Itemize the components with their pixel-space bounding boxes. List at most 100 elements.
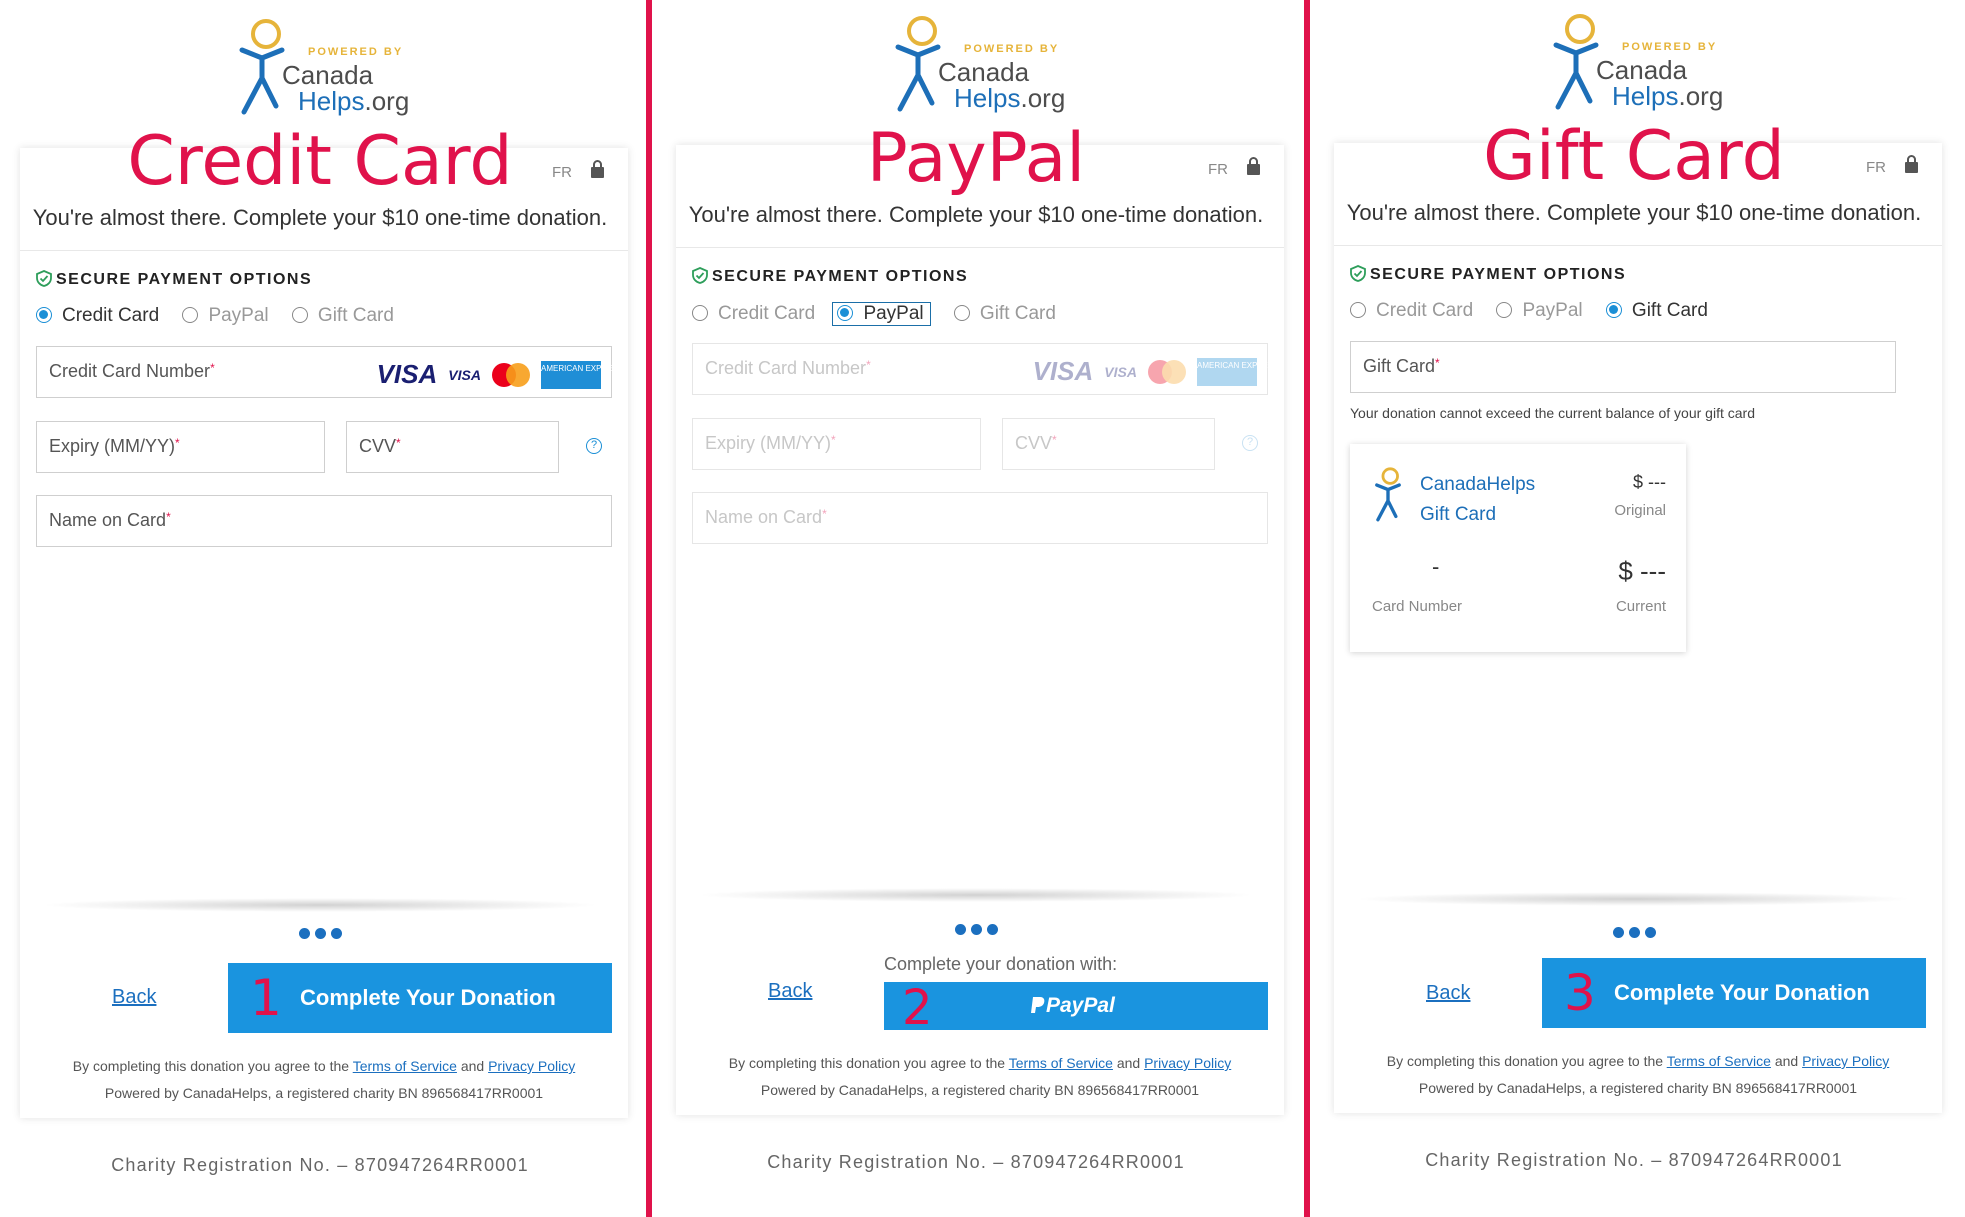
expiry-input: Expiry (MM/YY)*: [692, 418, 981, 470]
secure-payment-heading: SECURE PAYMENT OPTIONS: [692, 267, 968, 286]
logo-powered-by: POWERED BY: [308, 46, 404, 58]
complete-donation-button[interactable]: 1 Complete Your Donation: [228, 963, 612, 1033]
terms-text: By completing this donation you agree to…: [728, 1055, 1232, 1098]
mastercard-logo: [1147, 359, 1186, 385]
gift-card-name: CanadaHelps Gift Card: [1420, 474, 1536, 525]
panel-divider: [646, 0, 652, 1217]
secure-payment-heading: SECURE PAYMENT OPTIONS: [36, 270, 312, 289]
cvv-input: CVV*: [1002, 418, 1215, 470]
cvv-help-icon: ?: [1242, 435, 1258, 451]
expiry-input[interactable]: Expiry (MM/YY)*: [36, 421, 325, 473]
radio-credit-card[interactable]: Credit Card: [36, 305, 159, 327]
gift-card-input[interactable]: Gift Card*: [1350, 341, 1896, 393]
payment-options: Credit Card PayPal Gift Card: [1350, 300, 1726, 322]
radio-paypal[interactable]: PayPal: [182, 305, 269, 327]
divider: [20, 250, 628, 251]
canadahelps-logo: POWERED BY Canada Helps.org: [888, 13, 1068, 123]
amex-logo: AMERICAN EXPRESS: [541, 360, 623, 389]
cvv-input[interactable]: CVV*: [346, 421, 559, 473]
back-link[interactable]: Back: [1426, 982, 1470, 1005]
shield-check-icon: [692, 267, 708, 284]
current-amount: $ ---: [1618, 556, 1666, 586]
radio-gift-card[interactable]: Gift Card: [953, 303, 1056, 325]
donation-subtitle: You're almost there. Complete your $10 o…: [1346, 200, 1922, 225]
visa-debit-logo: VISA: [1104, 363, 1137, 380]
amex-logo: AMERICAN EXPRESS: [1197, 357, 1279, 386]
progress-dots: [656, 922, 1296, 940]
original-label: Original: [1614, 502, 1666, 519]
privacy-link[interactable]: Privacy Policy: [488, 1058, 575, 1074]
complete-donation-button[interactable]: 3 Complete Your Donation: [1542, 958, 1926, 1028]
current-label: Current: [1615, 598, 1666, 615]
cvv-help-icon[interactable]: ?: [586, 438, 602, 454]
shield-check-icon: [1350, 265, 1366, 282]
paypal-logo: PayPal: [1030, 994, 1115, 1018]
panel-paypal: POWERED BY Canada Helps.org PayPal FR Yo…: [656, 0, 1296, 1217]
original-amount: $ ---: [1633, 472, 1666, 492]
canadahelps-logo: POWERED BY Canada Helps.org: [1546, 11, 1726, 121]
accepted-cards: VISA VISA AMERICAN EXPRESS: [1027, 356, 1280, 387]
section-shadow: [40, 898, 600, 912]
privacy-link[interactable]: Privacy Policy: [1144, 1055, 1231, 1071]
canadahelps-logo: POWERED BY Canada Helps.org: [232, 16, 412, 126]
visa-debit-logo: VISA: [448, 366, 481, 383]
card-number-label: Card Number: [1372, 598, 1463, 615]
panel-credit-card: POWERED BY Canada Helps.org Credit Card …: [0, 0, 640, 1217]
radio-paypal[interactable]: PayPal: [1496, 300, 1583, 322]
name-on-card-input[interactable]: Name on Card*: [36, 495, 612, 547]
terms-link[interactable]: Terms of Service: [1009, 1055, 1113, 1071]
divider: [1334, 245, 1942, 246]
language-toggle[interactable]: FR: [1208, 161, 1228, 178]
radio-paypal[interactable]: PayPal: [832, 302, 931, 326]
paypal-p-icon: [1031, 997, 1045, 1013]
canadahelps-figure-icon: [1375, 467, 1401, 522]
accepted-cards: VISA VISA AMERICAN EXPRESS: [371, 359, 624, 390]
section-shadow: [696, 888, 1256, 902]
panel-divider: [1304, 0, 1310, 1217]
progress-dots: [0, 926, 640, 944]
gift-card-summary: CanadaHelps Gift Card $ --- Original - Ca…: [1350, 444, 1686, 652]
card-number-value: -: [1432, 554, 1440, 579]
credit-card-number-input[interactable]: Credit Card Number* VISA VISA AMERICAN E…: [36, 346, 624, 398]
donation-subtitle: You're almost there. Complete your $10 o…: [32, 205, 608, 230]
visa-logo: VISA: [1032, 356, 1094, 386]
radio-credit-card[interactable]: Credit Card: [692, 303, 815, 325]
payment-options: Credit Card PayPal Gift Card: [692, 302, 1074, 326]
charity-registration: Charity Registration No. – 870947264RR00…: [111, 1155, 529, 1175]
terms-link[interactable]: Terms of Service: [1667, 1053, 1771, 1069]
back-link[interactable]: Back: [768, 980, 812, 1003]
charity-registration: Charity Registration No. – 870947264RR00…: [1425, 1150, 1843, 1170]
mastercard-logo: [491, 362, 530, 388]
back-link[interactable]: Back: [112, 986, 156, 1009]
language-toggle[interactable]: FR: [552, 164, 572, 181]
lock-icon: [1247, 157, 1260, 175]
donation-subtitle: You're almost there. Complete your $10 o…: [688, 202, 1264, 227]
step-number: 3: [1564, 964, 1596, 1022]
logo-helps: Helps.org: [298, 86, 410, 116]
section-shadow: [1354, 892, 1914, 906]
logo-powered-by: POWERED BY: [1622, 41, 1718, 53]
radio-gift-card[interactable]: Gift Card: [291, 305, 394, 327]
radio-gift-card[interactable]: Gift Card: [1605, 300, 1708, 322]
panel-gift-card: POWERED BY Canada Helps.org Gift Card FR…: [1314, 0, 1954, 1217]
terms-text: By completing this donation you agree to…: [1386, 1053, 1890, 1096]
visa-logo: VISA: [376, 359, 438, 389]
credit-card-number-input: Credit Card Number* VISA VISA AMERICAN E…: [692, 343, 1280, 395]
logo-helps: Helps.org: [1612, 81, 1724, 111]
payment-method-title: Credit Card: [127, 122, 513, 201]
payment-method-title: PayPal: [866, 119, 1086, 198]
language-toggle[interactable]: FR: [1866, 159, 1886, 176]
radio-credit-card[interactable]: Credit Card: [1350, 300, 1473, 322]
logo-helps: Helps.org: [954, 83, 1066, 113]
privacy-link[interactable]: Privacy Policy: [1802, 1053, 1889, 1069]
divider: [676, 247, 1284, 248]
terms-link[interactable]: Terms of Service: [353, 1058, 457, 1074]
terms-text: By completing this donation you agree to…: [72, 1058, 576, 1101]
shield-check-icon: [36, 270, 52, 287]
payment-method-title: Gift Card: [1483, 117, 1785, 196]
logo-powered-by: POWERED BY: [964, 43, 1060, 55]
paypal-button[interactable]: 2 PayPal: [884, 980, 1268, 1036]
name-on-card-input: Name on Card*: [692, 492, 1268, 544]
secure-payment-heading: SECURE PAYMENT OPTIONS: [1350, 265, 1626, 284]
charity-registration: Charity Registration No. – 870947264RR00…: [767, 1152, 1185, 1172]
